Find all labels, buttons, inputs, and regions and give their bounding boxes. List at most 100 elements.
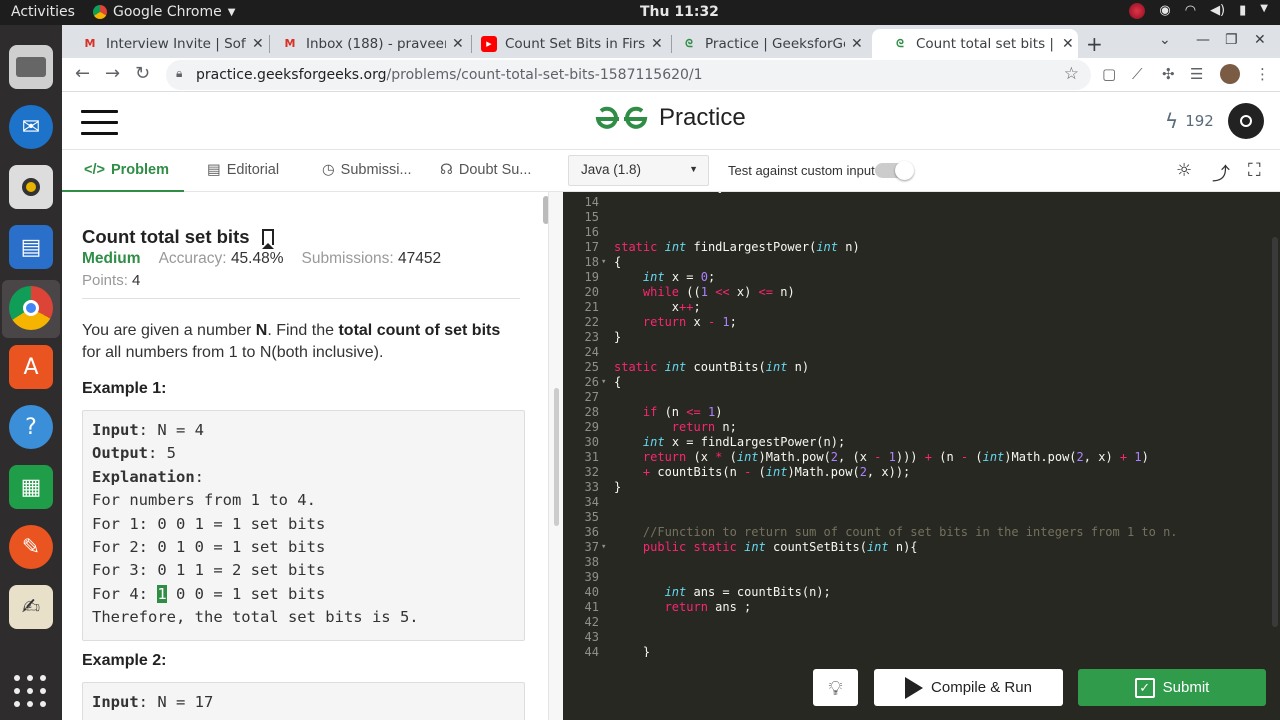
input-value: : N = 17: [138, 693, 214, 711]
tab-label: Doubt Su...: [458, 162, 532, 178]
user-avatar[interactable]: [1228, 103, 1264, 139]
volume-icon: ◀): [1210, 3, 1226, 18]
browser-tab[interactable]: ᘓ Practice | GeeksforGe ✕: [661, 29, 863, 58]
site-logo[interactable]: Practice: [594, 104, 746, 132]
fold-arrow-icon[interactable]: ▾: [601, 257, 606, 267]
compile-run-button[interactable]: Compile & Run: [874, 669, 1063, 706]
line-number: 22: [584, 315, 599, 329]
clock[interactable]: Thu 11:32: [640, 4, 719, 20]
rhythmbox-icon[interactable]: [9, 165, 53, 209]
code-text: }: [614, 645, 651, 657]
reading-list-icon[interactable]: ☰: [1190, 65, 1203, 83]
language-select[interactable]: Java (1.8) ▼: [568, 155, 709, 186]
software-center-icon[interactable]: A: [9, 345, 53, 389]
example-input-line: Input: N = 17: [92, 691, 515, 714]
line-number: 44: [584, 645, 599, 657]
close-window-button[interactable]: ✕: [1254, 32, 1266, 48]
url-text[interactable]: practice.geeksforgeeks.org/problems/coun…: [196, 67, 703, 83]
code-editor[interactable]: 13 class Solution{14151617 static int find…: [563, 192, 1280, 657]
fold-arrow-icon[interactable]: ▾: [601, 542, 606, 552]
tab-search-icon[interactable]: ⌄: [1159, 32, 1171, 48]
bookmark-star-icon[interactable]: ☆: [1064, 64, 1079, 84]
explanation-colon: :: [194, 467, 204, 486]
fullscreen-icon[interactable]: ⛶: [1248, 160, 1261, 181]
reset-code-icon[interactable]: ⤴: [1212, 160, 1230, 186]
tab-title: Inbox (188) - praveen.: [306, 35, 446, 52]
line-number: 41: [584, 600, 599, 614]
tab-submissions[interactable]: ◷ Submissi...: [322, 162, 412, 178]
dock: ✉ ▤ A ? ▦ ✎ ✍: [0, 25, 62, 720]
line-number: 43: [584, 630, 599, 644]
new-tab-button[interactable]: +: [1086, 32, 1103, 56]
menu-kebab-icon[interactable]: ⋮: [1255, 65, 1270, 83]
browser-tab[interactable]: ▶ Count Set Bits in First ✕: [461, 29, 663, 58]
close-icon[interactable]: ✕: [1062, 36, 1074, 52]
maximize-button[interactable]: ❐: [1225, 32, 1238, 48]
chrome-icon: [93, 5, 107, 19]
line-number: 35: [584, 510, 599, 524]
browser-tab-active[interactable]: ᘓ Count total set bits | F ✕: [872, 29, 1078, 58]
profile-avatar[interactable]: [1220, 64, 1240, 84]
extensions-puzzle-icon[interactable]: ✣: [1162, 65, 1175, 83]
browser-tab[interactable]: M Inbox (188) - praveen. ✕: [262, 29, 464, 58]
minimize-button[interactable]: —: [1196, 32, 1210, 48]
files-drive-icon[interactable]: [9, 45, 53, 89]
bookmark-icon[interactable]: [261, 228, 276, 249]
extension-icon[interactable]: ⟋: [1132, 65, 1143, 83]
chrome-dock-icon[interactable]: [9, 286, 53, 330]
writer-icon[interactable]: ▤: [9, 225, 53, 269]
line-number: 16: [584, 225, 599, 239]
close-icon[interactable]: ✕: [851, 36, 863, 52]
calc-icon[interactable]: ▦: [9, 465, 53, 509]
gmail-icon: M: [284, 37, 296, 50]
system-tray[interactable]: ◉ ◠ ◀) ▮ ▼: [1129, 3, 1268, 19]
tab-problem[interactable]: </> Problem: [84, 162, 169, 178]
splitter-handle[interactable]: [554, 388, 559, 526]
line-number: 25: [584, 360, 599, 374]
activities-button[interactable]: Activities: [11, 4, 75, 20]
line-number: 40: [584, 585, 599, 599]
submit-button[interactable]: ✓ Submit: [1078, 669, 1266, 706]
line-number: 36: [584, 525, 599, 539]
forward-icon[interactable]: →: [105, 63, 120, 84]
compile-run-label: Compile & Run: [931, 679, 1032, 696]
tab-doubt-support[interactable]: ☊ Doubt Su...: [440, 162, 531, 178]
custom-input-toggle[interactable]: [875, 161, 914, 180]
language-value: Java (1.8): [581, 162, 642, 177]
thunderbird-icon[interactable]: ✉: [9, 105, 53, 149]
problem-toolbar: </> Problem ▤ Editorial ◷ Submissi... ☊ …: [62, 150, 1280, 192]
line-number: 29: [584, 420, 599, 434]
help-icon[interactable]: ?: [9, 405, 53, 449]
text-editor-icon[interactable]: ✍: [9, 585, 53, 629]
line-number: 21: [584, 300, 599, 314]
fold-arrow-icon[interactable]: ▾: [601, 377, 606, 387]
extension-icon[interactable]: ▢: [1102, 65, 1116, 83]
show-apps-icon[interactable]: [14, 675, 48, 709]
address-bar[interactable]: 🔒︎ practice.geeksforgeeks.org/problems/c…: [166, 60, 1091, 90]
submissions-label: Submissions:: [301, 250, 394, 267]
record-icon[interactable]: [1129, 3, 1146, 19]
screenshot-icon[interactable]: ◉: [1159, 3, 1170, 19]
line-number: 20: [584, 285, 599, 299]
submit-label: Submit: [1162, 679, 1210, 696]
reload-icon[interactable]: ↻: [135, 63, 150, 84]
browser-tab[interactable]: M Interview Invite | Soft ✕: [62, 29, 264, 58]
theme-sun-icon[interactable]: ☼: [1176, 160, 1192, 181]
code-icon: </>: [84, 162, 105, 178]
selected-text: 1: [157, 584, 167, 603]
line-number: 39: [584, 570, 599, 584]
hint-button[interactable]: 💡︎: [813, 669, 858, 706]
code-text: }: [614, 480, 622, 494]
back-icon[interactable]: ←: [75, 63, 90, 84]
line-number: 31: [584, 450, 599, 464]
tab-editorial[interactable]: ▤ Editorial: [207, 162, 279, 178]
line-number: 28: [584, 405, 599, 419]
streak-counter[interactable]: ϟ 192: [1165, 109, 1214, 133]
explanation-label: Explanation: [92, 467, 195, 486]
lock-icon[interactable]: 🔒︎: [176, 66, 182, 81]
postman-icon[interactable]: ✎: [9, 525, 53, 569]
editor-scrollbar[interactable]: [1272, 237, 1278, 627]
example1-heading: Example 1:: [82, 380, 167, 397]
app-menu[interactable]: Google Chrome ▼: [93, 4, 235, 20]
hamburger-menu-icon[interactable]: [81, 110, 118, 143]
